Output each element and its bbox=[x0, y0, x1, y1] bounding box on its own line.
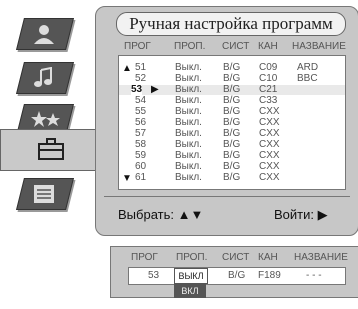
detail-header-skip: ПРОП. bbox=[176, 252, 208, 263]
channel-cell: C09 bbox=[259, 62, 278, 73]
scroll-up-icon[interactable]: ▲ bbox=[122, 63, 132, 74]
menu-icon-strip bbox=[0, 0, 100, 240]
person-icon bbox=[34, 25, 54, 44]
prog-cell: 56 bbox=[135, 117, 147, 128]
detail-header-name: НАЗВАНИЕ bbox=[294, 252, 348, 263]
prog-cell: 60 bbox=[135, 161, 147, 172]
picture-menu-button[interactable] bbox=[16, 18, 74, 50]
skip-cell: Выкл. bbox=[175, 73, 202, 84]
table-row[interactable]: 54 Выкл. B/G C33 bbox=[119, 96, 345, 106]
channel-cell: C33 bbox=[259, 95, 278, 106]
system-cell: B/G bbox=[223, 62, 241, 73]
system-cell: B/G bbox=[223, 73, 241, 84]
music-note-icon bbox=[34, 67, 52, 87]
channel-cell: CXX bbox=[259, 150, 280, 161]
system-cell: B/G bbox=[223, 172, 241, 183]
table-row[interactable]: 56 Выкл. B/G CXX bbox=[119, 118, 345, 128]
toolbox-icon bbox=[38, 138, 64, 160]
skip-cell: Выкл. bbox=[175, 128, 202, 139]
name-cell: ARD bbox=[297, 62, 319, 73]
prog-cell: 57 bbox=[135, 128, 147, 139]
table-row[interactable]: 59 Выкл. B/G CXX bbox=[119, 151, 345, 161]
select-hint: Выбрать: ▲▼ bbox=[118, 207, 204, 222]
table-row[interactable]: 52 Выкл. B/G C10 BBC bbox=[119, 74, 345, 84]
table-row[interactable]: 60 Выкл. B/G CXX bbox=[119, 162, 345, 172]
table-row[interactable]: 57 Выкл. B/G CXX bbox=[119, 129, 345, 139]
prog-cell: 51 bbox=[135, 62, 147, 73]
table-row-selected[interactable]: 53 ▶ Выкл. B/G C21 bbox=[119, 85, 345, 95]
system-cell: B/G bbox=[223, 139, 241, 150]
skip-option-alternative[interactable]: вкл bbox=[174, 284, 206, 298]
prog-cell: 52 bbox=[135, 73, 147, 84]
column-header-system: СИСТ bbox=[222, 41, 250, 52]
table-row[interactable]: 61 Выкл. B/G CXX bbox=[119, 173, 345, 183]
sound-menu-button[interactable] bbox=[16, 62, 74, 94]
prog-cell: 59 bbox=[135, 150, 147, 161]
detail-header-channel: КАН bbox=[258, 252, 278, 263]
table-row[interactable]: 58 Выкл. B/G CXX bbox=[119, 140, 345, 150]
document-icon bbox=[34, 185, 54, 203]
channel-cell: CXX bbox=[259, 128, 280, 139]
system-cell: B/G bbox=[223, 117, 241, 128]
channel-cell: CXX bbox=[259, 106, 280, 117]
teletext-menu-button[interactable] bbox=[16, 178, 74, 210]
name-cell: BBC bbox=[297, 73, 318, 84]
skip-cell: Выкл. bbox=[175, 139, 202, 150]
detail-header-prog: ПРОГ bbox=[131, 252, 158, 263]
system-cell: B/G bbox=[223, 106, 241, 117]
detail-name: - - - bbox=[306, 270, 322, 281]
prog-cell: 58 bbox=[135, 139, 147, 150]
table-row[interactable]: 51 Выкл. B/G C09 ARD bbox=[119, 63, 345, 73]
channel-cell: C10 bbox=[259, 73, 278, 84]
channel-cell: CXX bbox=[259, 117, 280, 128]
prog-cell: 54 bbox=[135, 95, 147, 106]
skip-cell: Выкл. bbox=[175, 150, 202, 161]
column-header-skip: ПРОП. bbox=[174, 41, 206, 52]
skip-cell: Выкл. bbox=[175, 161, 202, 172]
skip-cell: Выкл. bbox=[175, 172, 202, 183]
detail-prog: 53 bbox=[148, 270, 160, 281]
skip-cell: Выкл. bbox=[175, 95, 202, 106]
channel-cell: CXX bbox=[259, 139, 280, 150]
skip-cell: Выкл. bbox=[175, 84, 202, 95]
skip-cell: Выкл. bbox=[175, 117, 202, 128]
detail-system: B/G bbox=[228, 270, 246, 281]
menu-title: Ручная настройка программ bbox=[116, 12, 346, 36]
system-cell: B/G bbox=[223, 150, 241, 161]
divider bbox=[104, 196, 350, 197]
skip-option-selected[interactable]: выкл bbox=[174, 268, 208, 284]
column-header-prog: ПРОГ bbox=[124, 41, 151, 52]
system-cell: B/G bbox=[223, 95, 241, 106]
channel-cell: CXX bbox=[259, 172, 280, 183]
prog-cell: 61 bbox=[135, 172, 147, 183]
channel-cell: CXX bbox=[259, 161, 280, 172]
program-table: 51 Выкл. B/G C09 ARD 52 Выкл. B/G C10 BB… bbox=[118, 55, 346, 190]
table-row[interactable]: 55 Выкл. B/G CXX bbox=[119, 107, 345, 117]
prog-cell: 55 bbox=[135, 106, 147, 117]
system-cell: B/G bbox=[223, 128, 241, 139]
column-header-name: НАЗВАНИЕ bbox=[292, 41, 346, 52]
system-cell: B/G bbox=[223, 161, 241, 172]
stars-icon bbox=[31, 111, 60, 127]
prog-cell: 53 bbox=[131, 84, 143, 95]
setup-menu-button[interactable] bbox=[0, 129, 97, 171]
skip-cell: Выкл. bbox=[175, 106, 202, 117]
column-header-channel: КАН bbox=[258, 41, 278, 52]
channel-cell: C21 bbox=[259, 84, 278, 95]
skip-cell: Выкл. bbox=[175, 62, 202, 73]
detail-channel: F189 bbox=[258, 270, 281, 281]
row-pointer-icon: ▶ bbox=[151, 84, 159, 95]
detail-header-system: СИСТ bbox=[222, 252, 250, 263]
enter-hint: Войти: ▶ bbox=[274, 207, 328, 222]
scroll-down-icon[interactable]: ▼ bbox=[122, 173, 132, 184]
system-cell: B/G bbox=[223, 84, 241, 95]
